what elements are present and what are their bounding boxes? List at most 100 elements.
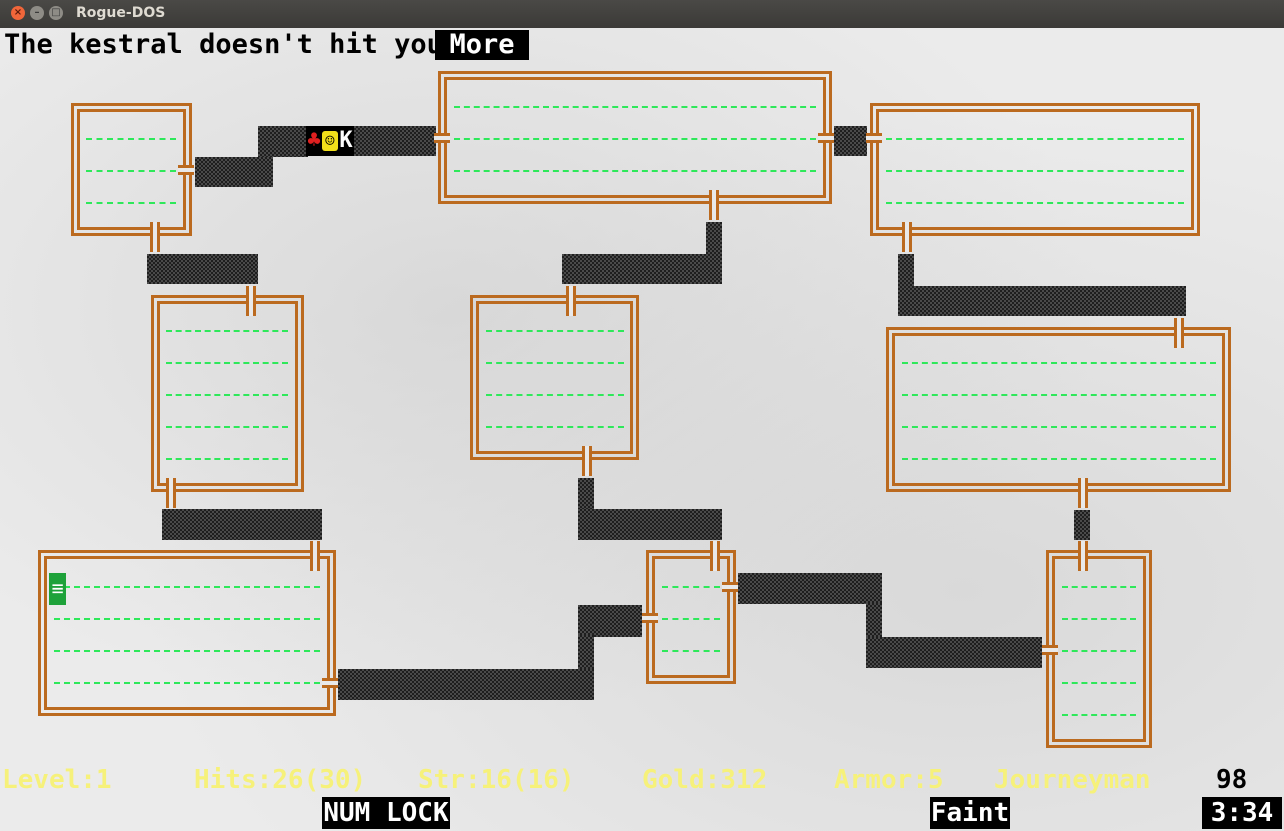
room-floor [54,682,320,684]
door [1174,318,1184,348]
corridor [162,509,322,540]
door [246,286,256,316]
room-floor [86,138,176,140]
door [434,133,450,143]
room-floor [1062,682,1136,684]
room-floor [166,458,288,460]
room-floor [486,394,624,396]
room-floor [902,426,1216,428]
room-floor [902,458,1216,460]
room-floor [166,426,288,428]
door [1078,541,1088,571]
stat-armor: Armor:5 [834,765,944,795]
door [166,478,176,508]
stairs-icon: ≡ [49,573,66,605]
stat-rank: Journeyman [994,765,1151,795]
more-prompt[interactable]: More [435,30,529,60]
room-floor [166,394,288,396]
player-icon: ☺ [322,131,338,151]
room-floor [454,138,816,140]
door [709,190,719,220]
close-icon[interactable]: × [11,6,25,20]
door [642,613,658,623]
room-floor [1062,650,1136,652]
stat-hits: Hits:26(30) [194,765,367,795]
room [646,550,736,684]
room-floor [1062,618,1136,620]
door [1078,478,1088,508]
room-floor [886,202,1184,204]
door [566,286,576,316]
stat-str: Str:16(16) [418,765,575,795]
corridor [578,478,594,512]
corridor [738,573,882,604]
corridor [258,126,308,157]
corridor [866,603,882,639]
corridor [578,509,722,540]
room [886,327,1231,492]
corridor [866,637,1042,668]
room-floor [902,362,1216,364]
window-title: Rogue-DOS [76,5,166,21]
num-lock-indicator: NUM LOCK [322,797,450,829]
door [710,541,720,571]
room-floor [86,202,176,204]
corridor [834,126,867,156]
room [470,295,639,460]
door [818,133,834,143]
door [722,582,738,592]
room-floor [1062,714,1136,716]
corridor [195,157,273,187]
maximize-icon[interactable]: □ [49,6,63,20]
amulet-icon: ♣ [307,128,321,153]
room-floor [886,138,1184,140]
room-floor [54,650,320,652]
room-floor [454,106,816,108]
room-floor [902,394,1216,396]
room-floor [662,586,720,588]
door [1042,645,1058,655]
corridor [898,254,914,288]
actor-group: ♣ ☺ K [306,126,354,156]
minimize-icon[interactable]: – [30,6,44,20]
room-floor [1062,586,1136,588]
corridor [706,222,722,256]
room-floor [454,170,816,172]
room-floor [662,618,720,620]
room-floor [54,586,320,588]
door [582,446,592,476]
window-titlebar: × – □ Rogue-DOS [0,0,1284,28]
room-floor [86,170,176,172]
room-floor [486,426,624,428]
corridor [147,254,258,284]
stat-gold: Gold:312 [642,765,768,795]
kestral-monster: K [339,128,353,153]
message-line: The kestral doesn't hit you [4,29,443,60]
room-floor [54,618,320,620]
room-floor [486,330,624,332]
corridor [338,669,594,700]
corridor [578,635,594,671]
door [866,133,882,143]
room [38,550,336,716]
hunger-status: Faint [930,797,1010,829]
door [150,222,160,252]
room-floor [886,170,1184,172]
corridor [562,254,722,284]
clock: 3:34 [1202,797,1282,829]
room-floor [486,362,624,364]
corridor [898,286,1186,316]
stat-level: Level:1 [2,765,112,795]
door [902,222,912,252]
room-floor [166,362,288,364]
room-floor [662,650,720,652]
door [310,541,320,571]
corridor [354,126,436,156]
door [178,165,194,175]
room [1046,550,1152,748]
corridor [1074,510,1090,540]
door [322,678,338,688]
room-floor [166,330,288,332]
corridor [578,605,642,637]
stat-turns: 98 [1216,765,1248,795]
